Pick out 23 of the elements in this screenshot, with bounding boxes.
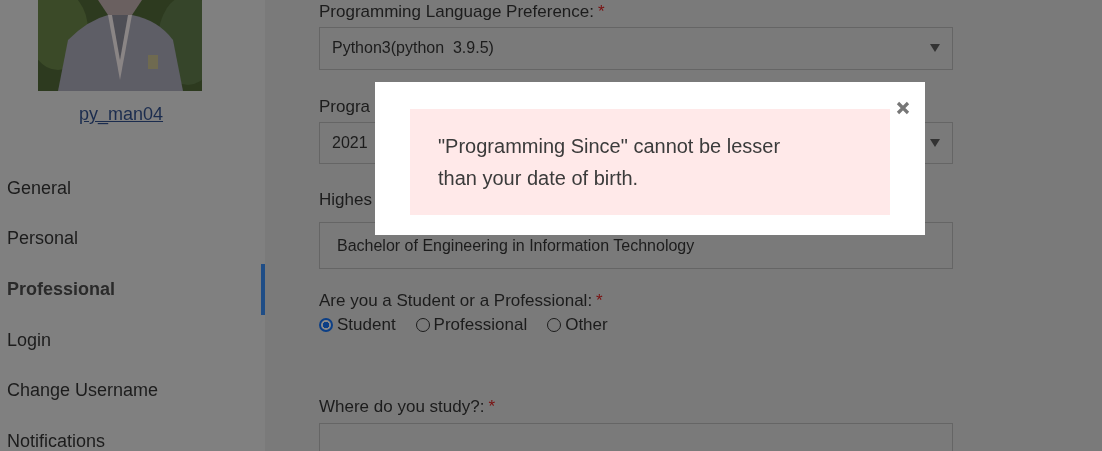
required-mark: * [598, 2, 605, 21]
sidebar-item[interactable]: Login [0, 314, 265, 366]
caret-icon [930, 44, 940, 53]
radio-option[interactable]: Student [319, 315, 396, 335]
close-icon[interactable] [896, 101, 910, 115]
field-label: Where do you study?: [319, 397, 485, 417]
required-mark: * [596, 290, 603, 310]
sidebar-item[interactable]: Notifications [0, 415, 265, 451]
required-mark: * [488, 397, 495, 417]
sidebar-item[interactable]: Personal [0, 213, 265, 265]
field-label: Progra [319, 96, 371, 116]
username-link[interactable]: py_man04 [78, 104, 164, 124]
sidebar-item[interactable]: General [0, 163, 265, 214]
dropdown[interactable]: Python3(python 3.9.5) [319, 27, 953, 70]
sidebar-item[interactable]: Professional [0, 264, 265, 315]
radio-option[interactable]: Other [547, 315, 608, 335]
field-label: Are you a Student or a Professional: [319, 290, 593, 310]
radio-option[interactable]: Professional [415, 315, 528, 335]
sidebar-item[interactable]: Change Username [0, 365, 265, 416]
field-label: Highes [319, 190, 372, 210]
field-label: Programming Language Preference: [319, 2, 594, 21]
error-message: "Programming Since" cannot be lesser than your date of birth. [438, 134, 782, 191]
caret-icon [930, 139, 940, 148]
